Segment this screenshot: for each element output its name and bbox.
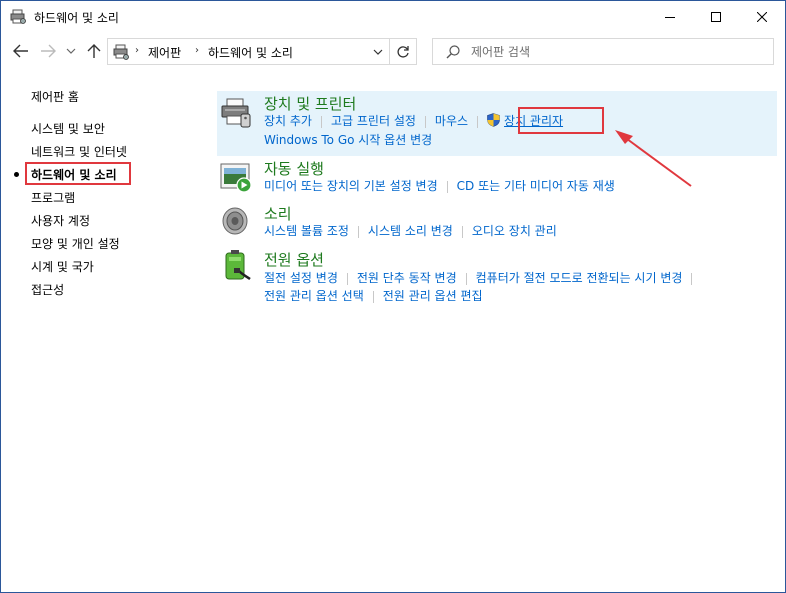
refresh-button[interactable] — [390, 38, 417, 65]
sidebar-item-programs[interactable]: 프로그램 — [31, 189, 75, 206]
category-title-power-options[interactable]: 전원 옵션 — [264, 249, 324, 270]
category-title-devices-printers[interactable]: 장치 및 프린터 — [264, 93, 356, 114]
autoplay-icon — [219, 160, 253, 194]
link-separator — [346, 272, 348, 285]
link-edit-power-plan[interactable]: 전원 관리 옵션 편집 — [383, 289, 483, 303]
category-title-autoplay[interactable]: 자동 실행 — [264, 158, 324, 179]
link-separator — [320, 115, 322, 128]
control-panel-window: 하드웨어 및 소리 › 제어판 › 하드웨어 및 소리 제어판 검색 제어판 홈… — [0, 0, 786, 593]
chevron-down-icon — [66, 48, 76, 54]
search-box[interactable] — [432, 38, 774, 65]
category-links-row: 절전 설정 변경 전원 단추 동작 변경 컴퓨터가 절전 모드로 전환되는 시기 변… — [264, 269, 701, 286]
link-separator — [477, 115, 479, 128]
link-separator — [357, 225, 359, 238]
address-dropdown-button[interactable] — [368, 41, 388, 62]
printer-icon — [219, 96, 253, 130]
link-separator — [424, 115, 426, 128]
link-change-sleep-settings[interactable]: 절전 설정 변경 — [264, 271, 338, 285]
category-power-options: 전원 옵션 절전 설정 변경 전원 단추 동작 변경 컴퓨터가 절전 모드로 전환되… — [217, 247, 777, 307]
link-manage-audio-devices[interactable]: 오디오 장치 관리 — [472, 224, 557, 238]
link-windows-to-go[interactable]: Windows To Go 시작 옵션 변경 — [264, 133, 432, 147]
link-separator — [465, 272, 467, 285]
sidebar-item-ease-of-access[interactable]: 접근성 — [31, 281, 64, 298]
refresh-icon — [397, 45, 409, 58]
hardware-sound-icon — [10, 9, 26, 25]
breadcrumb-chevron-icon[interactable]: › — [195, 45, 199, 56]
link-add-device[interactable]: 장치 추가 — [264, 114, 312, 128]
speaker-icon — [219, 205, 253, 239]
title-bar[interactable]: 하드웨어 및 소리 — [1, 1, 785, 32]
recent-locations-button[interactable] — [65, 42, 77, 60]
link-separator — [446, 180, 448, 193]
link-adjust-volume[interactable]: 시스템 볼륨 조정 — [264, 224, 349, 238]
sidebar: 제어판 홈 시스템 및 보안 네트워크 및 인터넷 하드웨어 및 소리 프로그램… — [1, 72, 211, 592]
category-links-row: 전원 관리 옵션 선택 전원 관리 옵션 편집 — [264, 287, 483, 304]
link-power-button-action[interactable]: 전원 단추 동작 변경 — [357, 271, 457, 285]
sidebar-item-home[interactable]: 제어판 홈 — [31, 88, 79, 105]
highlight-box-device-manager — [518, 107, 604, 134]
category-links-row: Windows To Go 시작 옵션 변경 — [264, 131, 432, 148]
category-sound: 소리 시스템 볼륨 조정 시스템 소리 변경 오디오 장치 관리 — [217, 201, 777, 246]
breadcrumb-hardware-sound[interactable]: 하드웨어 및 소리 — [208, 44, 293, 61]
link-cd-autoplay[interactable]: CD 또는 기타 미디어 자동 재생 — [457, 179, 615, 193]
arrow-left-icon — [13, 44, 28, 58]
search-input[interactable] — [471, 42, 761, 61]
sidebar-item-system-security[interactable]: 시스템 및 보안 — [31, 120, 105, 137]
minimize-button[interactable] — [647, 1, 693, 32]
address-bar[interactable]: › 제어판 › 하드웨어 및 소리 — [107, 38, 390, 65]
sidebar-item-user-accounts[interactable]: 사용자 계정 — [31, 212, 90, 229]
link-sleep-timing[interactable]: 컴퓨터가 절전 모드로 전환되는 시기 변경 — [476, 271, 683, 285]
link-choose-power-plan[interactable]: 전원 관리 옵션 선택 — [264, 289, 364, 303]
uac-shield-icon — [487, 113, 500, 127]
link-separator — [691, 272, 693, 285]
up-button[interactable] — [85, 42, 103, 60]
link-change-system-sounds[interactable]: 시스템 소리 변경 — [368, 224, 453, 238]
control-panel-icon — [112, 43, 130, 61]
highlight-box-sidebar — [25, 162, 131, 185]
current-page-bullet — [14, 172, 19, 177]
sidebar-item-clock-region[interactable]: 시계 및 국가 — [31, 258, 94, 275]
link-separator — [372, 290, 374, 303]
battery-icon — [219, 249, 253, 283]
link-media-default-settings[interactable]: 미디어 또는 장치의 기본 설정 변경 — [264, 179, 438, 193]
link-separator — [461, 225, 463, 238]
navigation-bar: › 제어판 › 하드웨어 및 소리 — [1, 32, 785, 72]
annotation-arrow-icon — [615, 130, 692, 187]
search-icon — [445, 44, 461, 60]
window-title: 하드웨어 및 소리 — [34, 11, 119, 25]
category-links-row: 미디어 또는 장치의 기본 설정 변경 CD 또는 기타 미디어 자동 재생 — [264, 177, 615, 194]
link-mouse[interactable]: 마우스 — [435, 114, 468, 128]
forward-button[interactable] — [39, 42, 57, 60]
sidebar-item-appearance[interactable]: 모양 및 개인 설정 — [31, 235, 120, 252]
category-links-row: 시스템 볼륨 조정 시스템 소리 변경 오디오 장치 관리 — [264, 222, 557, 239]
arrow-right-icon — [41, 44, 56, 58]
sidebar-item-network-internet[interactable]: 네트워크 및 인터넷 — [31, 143, 127, 160]
breadcrumb-chevron-icon[interactable]: › — [135, 45, 139, 56]
close-button[interactable] — [739, 1, 785, 32]
arrow-up-icon — [87, 44, 101, 58]
back-button[interactable] — [12, 42, 30, 60]
chevron-down-icon — [373, 49, 383, 55]
breadcrumb-control-panel[interactable]: 제어판 — [148, 44, 181, 61]
category-title-sound[interactable]: 소리 — [264, 203, 292, 224]
maximize-button[interactable] — [693, 1, 739, 32]
link-advanced-printer-setup[interactable]: 고급 프린터 설정 — [331, 114, 416, 128]
